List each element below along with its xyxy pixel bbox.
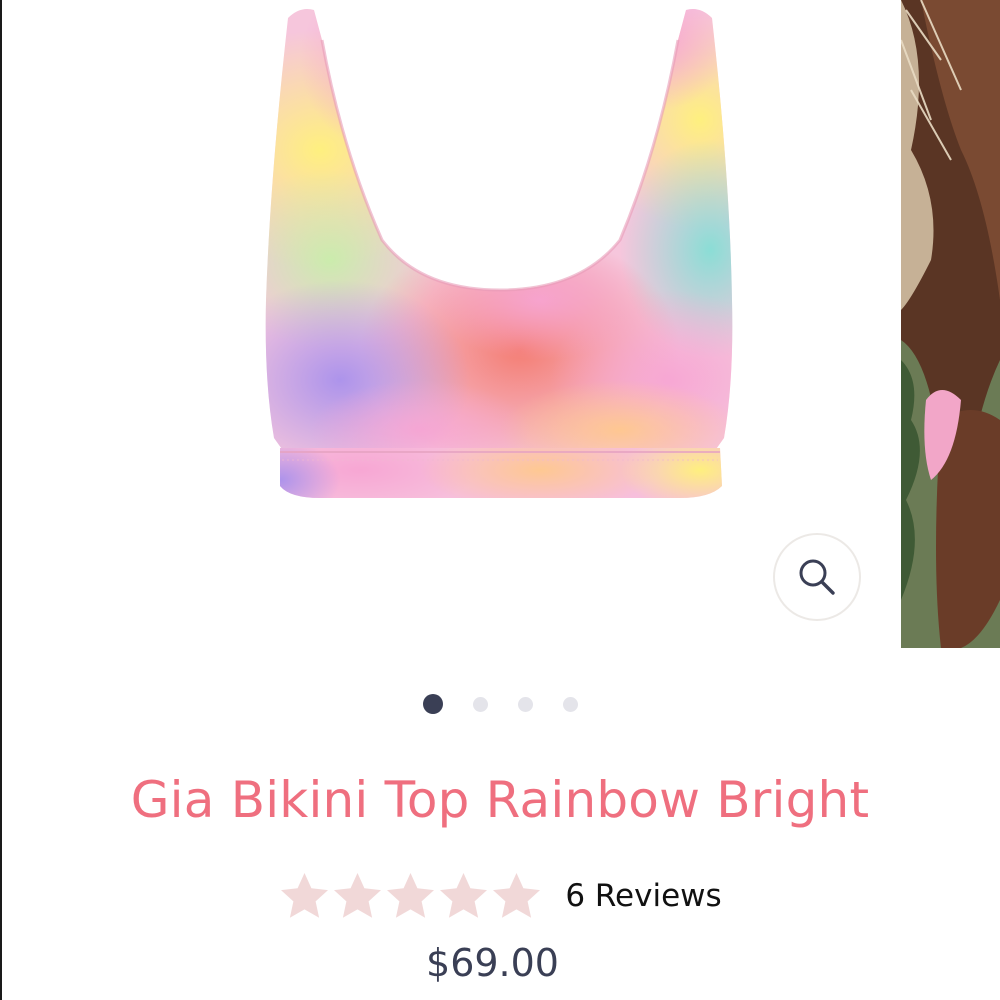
zoom-button[interactable]	[773, 533, 861, 621]
gallery-dot-1[interactable]	[422, 694, 443, 714]
reviews-link[interactable]: 6 Reviews	[565, 878, 721, 914]
star-icon	[493, 872, 541, 918]
product-title: Gia Bikini Top Rainbow Bright	[130, 771, 870, 829]
product-page: Gia Bikini Top Rainbow Bright 6 Reviews …	[0, 0, 1000, 1000]
rating-row: 6 Reviews	[0, 866, 1000, 926]
star-icon	[334, 872, 382, 918]
next-slide-preview[interactable]	[901, 0, 1000, 648]
gallery-pagination	[0, 694, 1000, 714]
gallery-dot-3[interactable]	[517, 696, 533, 712]
product-image	[265, 9, 733, 498]
product-price: $69.00	[426, 941, 559, 985]
star-icon	[387, 872, 435, 918]
gallery-dot-2[interactable]	[472, 696, 488, 712]
star-icon	[281, 872, 329, 918]
product-gallery[interactable]	[0, 0, 1000, 650]
gallery-dot-4[interactable]	[562, 696, 578, 712]
search-icon	[799, 559, 835, 595]
star-rating[interactable]	[278, 870, 543, 923]
star-icon	[440, 872, 488, 918]
